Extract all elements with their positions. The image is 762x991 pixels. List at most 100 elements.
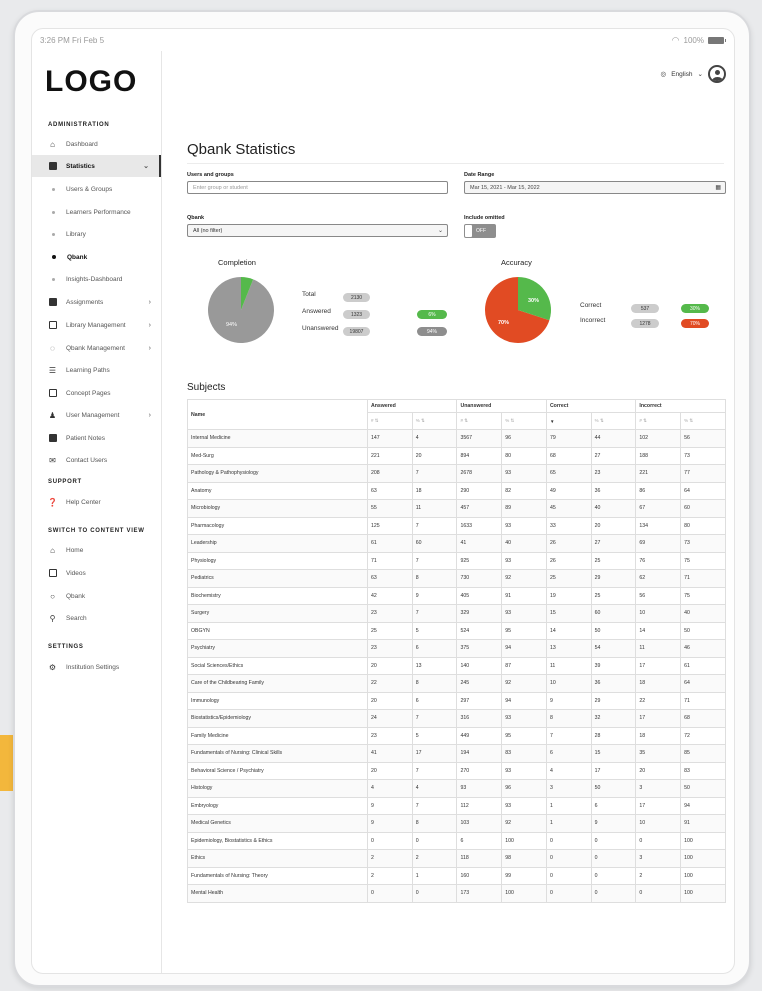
sort-incorrect-count[interactable]: # ⇅ [635, 412, 682, 430]
column-header-name[interactable]: Name [187, 399, 368, 430]
table-cell: 25 [590, 586, 637, 605]
sidebar-item-learning-paths[interactable]: ☰ Learning Paths [32, 359, 161, 381]
sidebar-item-concept-pages[interactable]: Concept Pages [32, 382, 161, 404]
table-cell-name: Internal Medicine [187, 429, 368, 448]
qbank-select[interactable]: All (no filter) ⌄ [187, 224, 448, 237]
table-cell: 11 [635, 639, 682, 658]
sidebar-item-dashboard[interactable]: ⌂ Dashboard [32, 133, 161, 155]
table-cell: 92 [501, 814, 547, 833]
sort-correct-count[interactable]: ▼ [545, 412, 592, 430]
table-cell: 1 [545, 796, 592, 815]
table-cell: 29 [590, 569, 637, 588]
table-cell: 524 [456, 621, 503, 640]
table-cell: 61 [680, 656, 726, 675]
sort-unanswered-count[interactable]: # ⇅ [456, 412, 503, 430]
table-cell: 26 [545, 551, 592, 570]
table-body: Internal Medicine 147 4 3567 96 79 44 102 56 Med-… [187, 429, 726, 903]
sort-incorrect-pct[interactable]: % ⇅ [680, 412, 726, 430]
table-cell-name: Immunology [187, 691, 368, 710]
table-row: Social Sciences/Ethics 20 13 140 87 11 39 17 61 [187, 656, 726, 675]
sort-answered-pct[interactable]: % ⇅ [411, 412, 458, 430]
table-row: Family Medicine 23 5 449 95 7 28 18 72 [187, 726, 726, 745]
table-cell: 5 [411, 726, 458, 745]
table-cell-name: Biostatistics/Epidemiology [187, 709, 368, 728]
sidebar-item-search[interactable]: ⚲ Search [32, 607, 161, 629]
calendar-icon[interactable]: ▦ [715, 184, 721, 191]
sidebar-item-label: User Management [66, 411, 120, 419]
table-cell: 0 [590, 831, 637, 850]
table-cell-name: Care of the Childbearing Family [187, 674, 368, 693]
language-selector[interactable]: English [671, 71, 692, 78]
path-icon: ☰ [48, 365, 57, 375]
table-cell: 40 [501, 534, 547, 553]
include-omitted-toggle[interactable]: OFF [464, 224, 496, 238]
table-cell: 25 [590, 551, 637, 570]
sidebar-subitem-users-groups[interactable]: Users & Groups [32, 178, 161, 200]
subjects-table: Name Answered Unanswered Correct Incorre… [187, 399, 726, 903]
sidebar-item-qbank-management[interactable]: ◌ Qbank Management › [32, 337, 161, 359]
table-cell-name: Physiology [187, 551, 368, 570]
date-range-input[interactable]: Mar 15, 2021 - Mar 15, 2022 ▦ [464, 181, 726, 194]
sort-correct-pct[interactable]: % ⇅ [590, 412, 637, 430]
sidebar-item-label: Learning Paths [66, 366, 110, 374]
users-groups-label: Users and groups [187, 172, 234, 178]
sidebar-item-library-management[interactable]: Library Management › [32, 314, 161, 336]
sidebar-item-statistics[interactable]: Statistics ⌄ [32, 155, 161, 177]
table-cell: 118 [456, 849, 503, 868]
table-cell: 297 [456, 691, 503, 710]
table-cell: 11 [545, 656, 592, 675]
section-content-view: SWITCH TO CONTENT VIEW [48, 528, 145, 534]
globe-icon: ◎ [660, 71, 667, 78]
table-cell: 93 [501, 796, 547, 815]
table-cell: 93 [501, 464, 547, 483]
users-groups-input[interactable]: Enter group or student [187, 181, 448, 194]
battery-percent: 100% [683, 36, 704, 45]
accuracy-incorrect-value: 1278 [631, 319, 659, 328]
table-cell: 93 [501, 516, 547, 535]
table-cell: 0 [590, 849, 637, 868]
chevron-down-icon[interactable]: ⌄ [698, 70, 703, 78]
notes-icon [48, 434, 57, 443]
sidebar-item-qbank[interactable]: ○ Qbank [32, 585, 161, 607]
sidebar-item-help-center[interactable]: ❓ Help Center [32, 491, 161, 513]
table-cell: 83 [680, 761, 726, 780]
sort-answered-count[interactable]: # ⇅ [367, 412, 413, 430]
table-cell: 93 [456, 779, 503, 798]
table-cell: 20 [367, 761, 413, 780]
table-cell: 925 [456, 551, 503, 570]
table-cell: 50 [680, 621, 726, 640]
sidebar-subitem-qbank[interactable]: Qbank [32, 246, 161, 268]
video-icon [48, 569, 57, 578]
column-header-incorrect: Incorrect [635, 399, 726, 413]
sidebar-subitem-learners-performance[interactable]: Learners Performance [32, 201, 161, 223]
sidebar-item-institution-settings[interactable]: ⚙ Institution Settings [32, 656, 161, 678]
table-cell-name: Biochemistry [187, 586, 368, 605]
sidebar-item-assignments[interactable]: Assignments › [32, 291, 161, 313]
table-cell: 86 [635, 481, 682, 500]
sort-unanswered-pct[interactable]: % ⇅ [501, 412, 547, 430]
logo[interactable]: LOGO [45, 65, 137, 99]
table-cell: 7 [411, 464, 458, 483]
table-cell: 22 [367, 674, 413, 693]
sidebar-item-user-management[interactable]: ♟ User Management › [32, 404, 161, 426]
mail-icon: ✉ [49, 455, 56, 465]
table-cell: 0 [635, 831, 682, 850]
sidebar-subitem-insights-dashboard[interactable]: Insights-Dashboard [32, 268, 161, 290]
sidebar-subitem-library[interactable]: Library [32, 223, 161, 245]
table-cell: 7 [411, 516, 458, 535]
table-cell: 0 [545, 831, 592, 850]
table-cell: 18 [411, 481, 458, 500]
help-icon: ❓ [47, 497, 58, 507]
sidebar-item-patient-notes[interactable]: Patient Notes [32, 427, 161, 449]
sidebar-item-videos[interactable]: Videos [32, 562, 161, 584]
sidebar-item-home[interactable]: ⌂ Home [32, 539, 161, 561]
tablet-frame: 3:26 PM Fri Feb 5 ◠ 100% LOGO ADMINISTRA… [13, 10, 751, 987]
sidebar-item-contact-users[interactable]: ✉ Contact Users [32, 449, 161, 471]
table-cell: 100 [680, 849, 726, 868]
table-cell-name: Leadership [187, 534, 368, 553]
table-cell: 134 [635, 516, 682, 535]
table-cell: 160 [456, 866, 503, 885]
avatar[interactable] [708, 65, 726, 83]
completion-answered-label: Answered [302, 308, 331, 315]
table-cell: 221 [367, 446, 413, 465]
